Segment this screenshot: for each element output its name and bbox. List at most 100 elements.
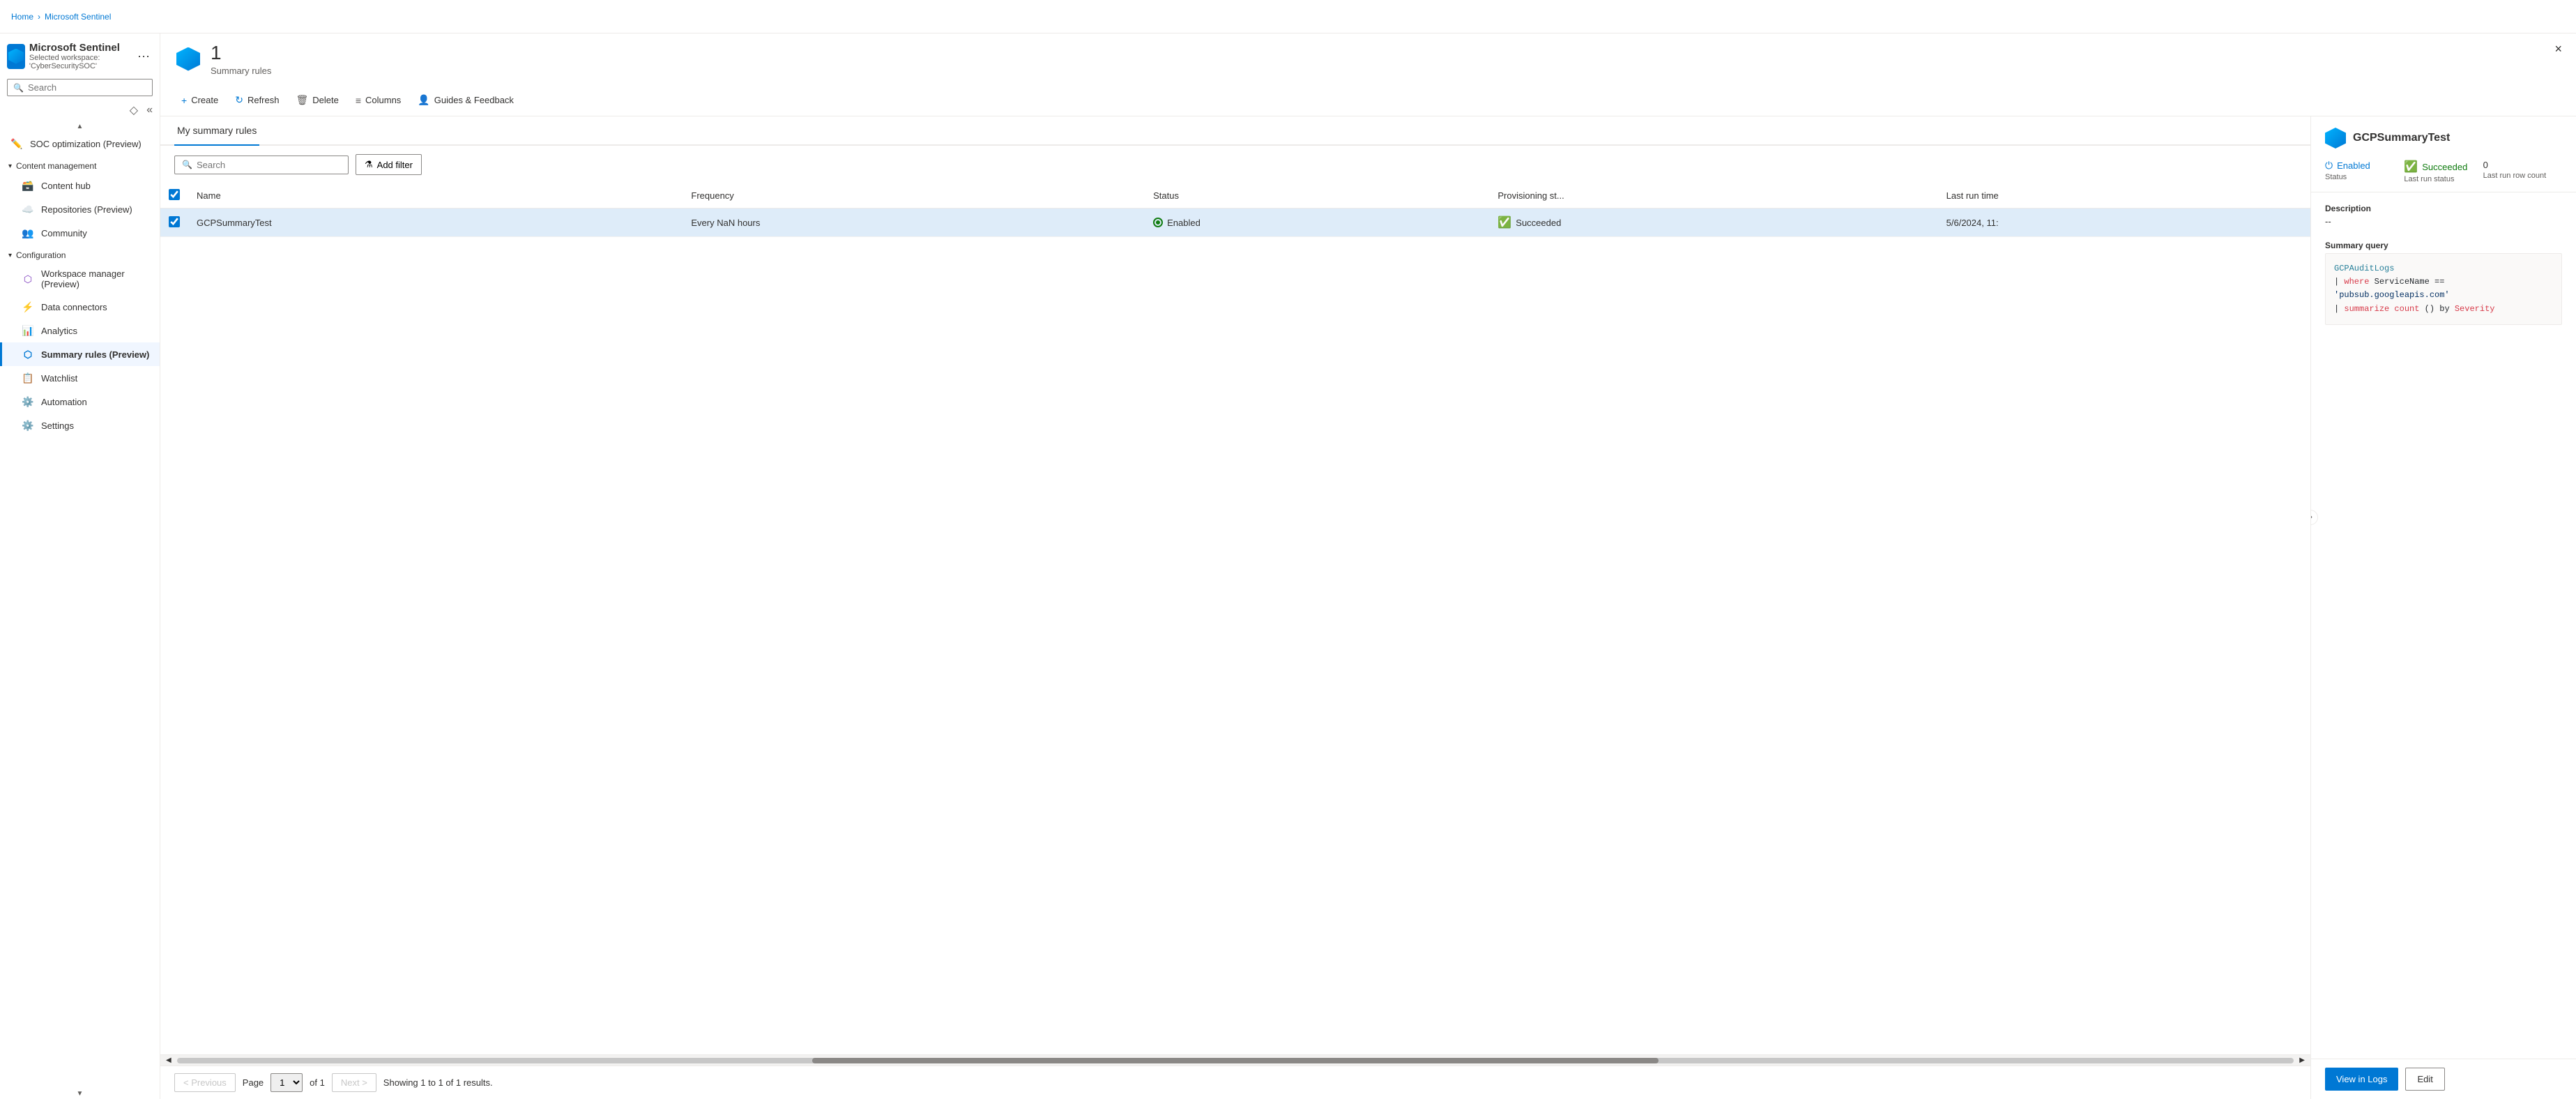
scroll-right-button[interactable]: ▶ xyxy=(2296,1055,2308,1066)
create-icon: + xyxy=(181,95,187,106)
columns-button[interactable]: ≡ Columns xyxy=(349,91,408,110)
table-scroll-bar: ◀ ▶ xyxy=(160,1054,2310,1066)
code-count: count xyxy=(2394,304,2419,314)
sidebar-search-wrap[interactable]: 🔍 xyxy=(7,79,153,96)
sidebar-item-soc-optimization[interactable]: ✏️ SOC optimization (Preview) xyxy=(0,132,160,156)
select-all-checkbox[interactable] xyxy=(169,189,180,200)
refresh-button[interactable]: ↻ Refresh xyxy=(228,90,286,110)
sidebar-item-community[interactable]: 👥 Community xyxy=(0,221,160,245)
app-title-block: Microsoft Sentinel Selected workspace: '… xyxy=(29,42,130,70)
sidebar-collapse-button[interactable]: « xyxy=(145,103,154,118)
sidebar-label-analytics: Analytics xyxy=(41,326,77,336)
sidebar: Microsoft Sentinel Selected workspace: '… xyxy=(0,33,160,1099)
table-row[interactable]: GCPSummaryTest Every NaN hours Enabled xyxy=(160,209,2310,237)
refresh-label: Refresh xyxy=(247,95,280,105)
sidebar-header: Microsoft Sentinel Selected workspace: '… xyxy=(0,33,160,76)
sidebar-scroll-up-button[interactable]: ▲ xyxy=(0,121,160,132)
sidebar-label-content-hub: Content hub xyxy=(41,181,91,191)
page-label: Page xyxy=(243,1077,264,1088)
content-hub-icon: 🗃️ xyxy=(22,179,34,192)
sidebar-item-repositories[interactable]: ☁️ Repositories (Preview) xyxy=(0,197,160,221)
close-button[interactable]: × xyxy=(2554,42,2562,56)
sidebar-search-area: 🔍 xyxy=(0,76,160,102)
tab-my-summary-rules[interactable]: My summary rules xyxy=(174,116,259,146)
page-select[interactable]: 1 xyxy=(270,1073,303,1092)
detail-title: GCPSummaryTest xyxy=(2353,132,2450,144)
create-button[interactable]: + Create xyxy=(174,91,225,110)
sidebar-item-content-hub[interactable]: 🗃️ Content hub xyxy=(0,174,160,197)
detail-title-row: GCPSummaryTest xyxy=(2325,128,2562,149)
watchlist-icon: 📋 xyxy=(22,372,34,384)
sidebar-nav: ✏️ SOC optimization (Preview) ▾ Content … xyxy=(0,132,160,1089)
sidebar-item-workspace-manager[interactable]: ⬡ Workspace manager (Preview) xyxy=(0,263,160,295)
data-table: Name Frequency Status Provisioning st...… xyxy=(160,183,2310,1054)
filter-row: 🔍 ⚗ Add filter xyxy=(160,146,2310,183)
page-icon xyxy=(174,45,202,73)
app-title: Microsoft Sentinel xyxy=(29,42,130,54)
detail-last-run-status-text: Succeeded xyxy=(2422,162,2467,172)
next-button[interactable]: Next > xyxy=(332,1073,376,1092)
workspace-manager-icon: ⬡ xyxy=(22,273,34,285)
col-header-name: Name xyxy=(188,183,683,209)
breadcrumb-sentinel[interactable]: Microsoft Sentinel xyxy=(45,12,111,22)
page-header: 1 Summary rules × xyxy=(160,33,2576,84)
data-connectors-icon: ⚡ xyxy=(22,301,34,313)
code-summarize: summarize xyxy=(2344,304,2394,314)
sidebar-item-automation[interactable]: ⚙️ Automation xyxy=(0,390,160,414)
detail-footer: View in Logs Edit xyxy=(2311,1059,2576,1099)
columns-icon: ≡ xyxy=(356,95,361,106)
detail-description-value: -- xyxy=(2325,216,2562,227)
sidebar-label-automation: Automation xyxy=(41,397,87,407)
code-severity: Severity xyxy=(2455,304,2495,314)
sidebar-group-configuration[interactable]: ▾ Configuration xyxy=(0,245,160,263)
prev-button[interactable]: < Previous xyxy=(174,1073,236,1092)
sidebar-label-watchlist: Watchlist xyxy=(41,373,77,384)
view-in-logs-button[interactable]: View in Logs xyxy=(2325,1068,2398,1091)
scroll-track[interactable] xyxy=(177,1058,2294,1063)
sentinel-cube-icon xyxy=(176,47,200,71)
col-header-status: Status xyxy=(1145,183,1489,209)
breadcrumb: Home › Microsoft Sentinel xyxy=(11,12,111,22)
main-split: My summary rules 🔍 ⚗ Add filter xyxy=(160,116,2576,1099)
code-servicename-value: 'pubsub.googleapis.com' xyxy=(2334,290,2450,300)
sidebar-group-content-management[interactable]: ▾ Content management xyxy=(0,156,160,174)
sidebar-item-settings[interactable]: ⚙️ Settings xyxy=(0,414,160,437)
page-title-text: Summary rules xyxy=(211,66,271,76)
toolbar: + Create ↻ Refresh 🗑 Delete ≡ Columns 👤 xyxy=(160,84,2576,116)
detail-status-label: Status xyxy=(2325,173,2404,181)
table-search-wrap[interactable]: 🔍 xyxy=(174,156,349,174)
breadcrumb-home[interactable]: Home xyxy=(11,12,33,22)
pagination: < Previous Page 1 of 1 Next > Showing 1 … xyxy=(160,1066,2310,1099)
app-subtitle: Selected workspace: 'CyberSecuritySOC' xyxy=(29,54,130,70)
refresh-icon: ↻ xyxy=(235,94,243,106)
code-where: where xyxy=(2344,277,2374,287)
scroll-left-button[interactable]: ◀ xyxy=(163,1055,174,1066)
code-count-parens: () by xyxy=(2425,304,2455,314)
table-search-input[interactable] xyxy=(197,160,341,170)
sidebar-pin-button[interactable]: ◇ xyxy=(128,102,139,119)
add-filter-button[interactable]: ⚗ Add filter xyxy=(356,154,422,175)
sidebar-item-summary-rules[interactable]: ⬡ Summary rules (Preview) xyxy=(0,342,160,366)
sentinel-logo-icon xyxy=(8,49,24,64)
page-title-row: 1 Summary rules xyxy=(174,42,271,76)
edit-button[interactable]: Edit xyxy=(2405,1068,2444,1091)
top-bar: Home › Microsoft Sentinel xyxy=(0,0,2576,33)
delete-button[interactable]: 🗑 Delete xyxy=(289,90,345,110)
ellipsis-button[interactable]: ··· xyxy=(135,46,153,66)
create-label: Create xyxy=(191,95,218,105)
col-header-provisioning: Provisioning st... xyxy=(1489,183,1937,209)
community-icon: 👥 xyxy=(22,227,34,239)
tab-bar: My summary rules xyxy=(160,116,2310,146)
guides-button[interactable]: 👤 Guides & Feedback xyxy=(411,90,521,110)
sidebar-item-data-connectors[interactable]: ⚡ Data connectors xyxy=(0,295,160,319)
search-input[interactable] xyxy=(28,82,146,93)
filter-icon: ⚗ xyxy=(365,159,373,170)
detail-last-run-status-value: ✅ Succeeded xyxy=(2404,160,2483,174)
cell-name: GCPSummaryTest xyxy=(188,209,683,237)
detail-query-section: Summary query GCPAuditLogs | where Servi… xyxy=(2325,241,2562,325)
sidebar-scroll-down-button[interactable]: ▼ xyxy=(0,1089,160,1099)
sidebar-item-watchlist[interactable]: 📋 Watchlist xyxy=(0,366,160,390)
row-checkbox[interactable] xyxy=(169,216,180,227)
col-header-last-run: Last run time xyxy=(1938,183,2310,209)
sidebar-item-analytics[interactable]: 📊 Analytics xyxy=(0,319,160,342)
